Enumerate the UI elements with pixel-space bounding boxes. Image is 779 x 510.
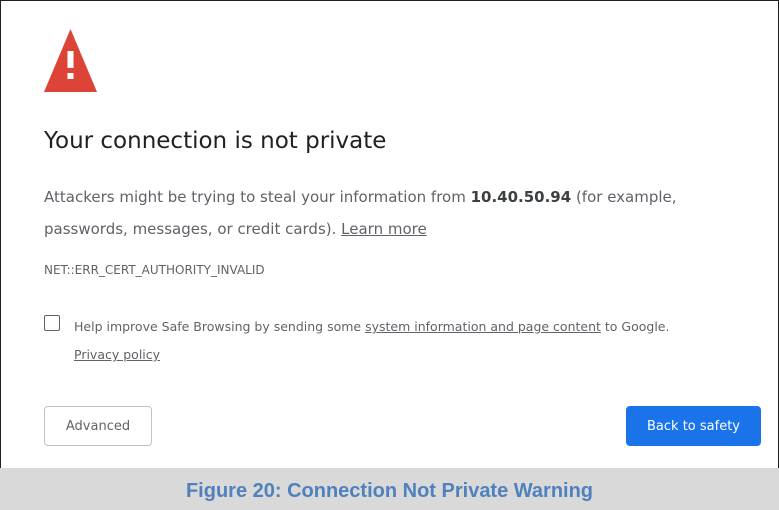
error-code: NET::ERR_CERT_AUTHORITY_INVALID — [44, 263, 265, 277]
safe-browsing-checkbox[interactable] — [44, 315, 60, 331]
safe-browsing-label: Help improve Safe Browsing by sending so… — [74, 313, 754, 369]
advanced-button[interactable]: Advanced — [44, 406, 152, 446]
learn-more-link[interactable]: Learn more — [341, 220, 427, 238]
host-address: 10.40.50.94 — [470, 188, 572, 206]
warning-triangle-icon — [44, 29, 97, 92]
safe-browsing-text: Help improve Safe Browsing by sending so… — [74, 319, 366, 334]
system-info-link[interactable]: system information and page content — [365, 319, 601, 334]
figure-caption: Figure 20: Connection Not Private Warnin… — [185, 480, 594, 502]
privacy-policy-link[interactable]: Privacy policy — [74, 347, 160, 362]
description-text: Attackers might be trying to steal your … — [44, 188, 471, 206]
back-to-safety-button[interactable]: Back to safety — [626, 406, 761, 446]
interstitial-page: Your connection is not private Attackers… — [0, 0, 779, 469]
safe-browsing-text-end: to Google. — [600, 319, 670, 334]
warning-description: Attackers might be trying to steal your … — [44, 181, 744, 245]
page-title: Your connection is not private — [44, 128, 387, 154]
figure-caption-bar: Figure 20: Connection Not Private Warnin… — [0, 468, 779, 510]
